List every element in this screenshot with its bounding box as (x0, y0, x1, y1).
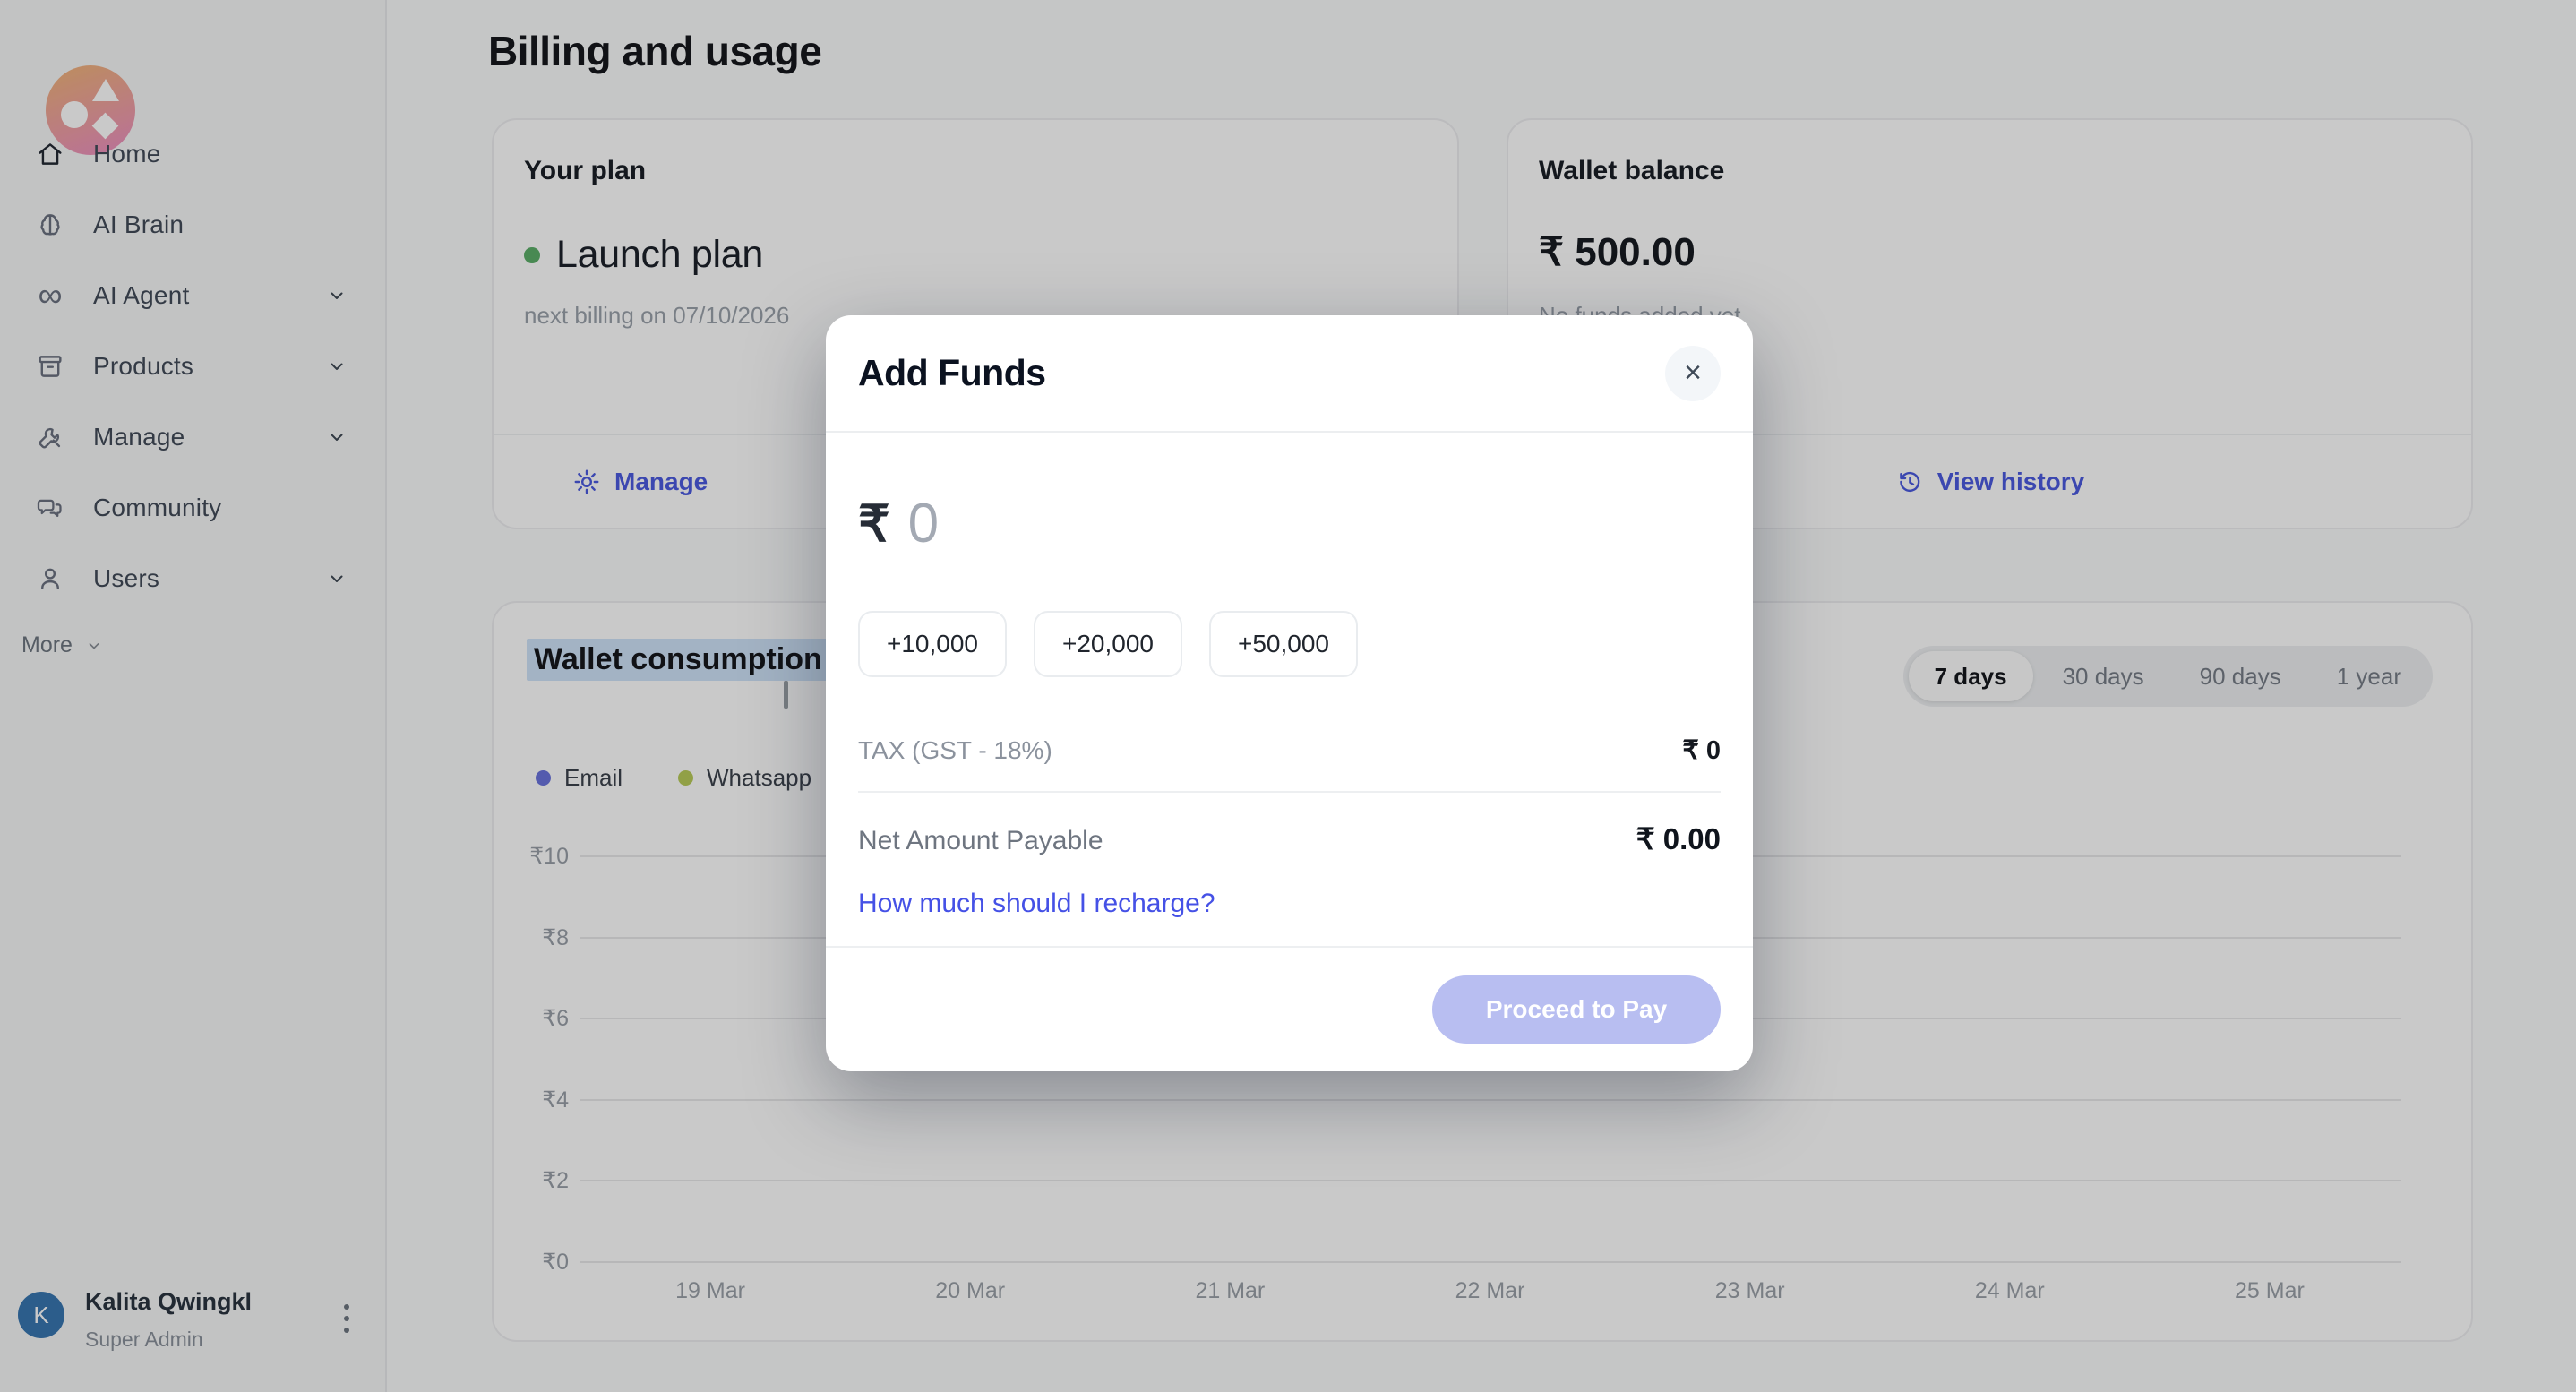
amount-input[interactable] (908, 492, 1374, 555)
quick-amounts-row: +10,000 +20,000 +50,000 (858, 611, 1721, 677)
modal-title: Add Funds (858, 352, 1046, 394)
net-amount-label: Net Amount Payable (858, 826, 1103, 856)
divider (858, 791, 1721, 793)
recharge-help-link[interactable]: How much should I recharge? (858, 889, 1215, 919)
amount-row: ₹ (858, 492, 1721, 555)
add-50000-button[interactable]: +50,000 (1209, 611, 1358, 677)
net-amount-row: Net Amount Payable ₹ 0.00 (858, 821, 1721, 856)
rupee-symbol: ₹ (858, 494, 890, 554)
proceed-to-pay-button[interactable]: Proceed to Pay (1432, 975, 1721, 1044)
add-10000-button[interactable]: +10,000 (858, 611, 1007, 677)
add-funds-modal: Add Funds × ₹ +10,000 +20,000 +50,000 TA… (826, 315, 1753, 1071)
tax-value: ₹ 0 (1682, 735, 1721, 766)
tax-row: TAX (GST - 18%) ₹ 0 (858, 735, 1721, 766)
close-icon[interactable]: × (1665, 346, 1721, 401)
add-20000-button[interactable]: +20,000 (1034, 611, 1182, 677)
net-amount-value: ₹ 0.00 (1636, 821, 1721, 856)
tax-label: TAX (GST - 18%) (858, 736, 1052, 765)
modal-footer: Proceed to Pay (826, 946, 1753, 1071)
modal-header: Add Funds × (826, 315, 1753, 433)
modal-body: ₹ +10,000 +20,000 +50,000 TAX (GST - 18%… (826, 492, 1753, 919)
